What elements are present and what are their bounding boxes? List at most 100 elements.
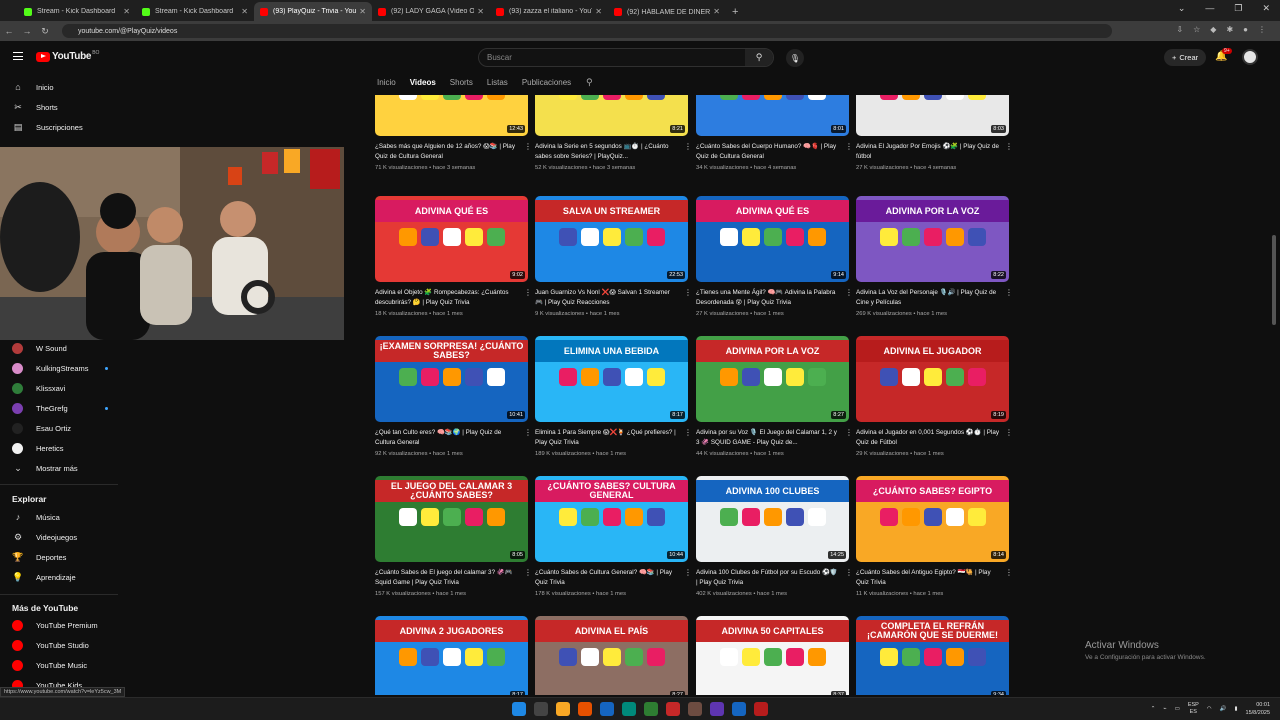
video-title[interactable]: Adivina por su Voz 🎙️ El Juego del Calam… [696,428,849,447]
avatar[interactable] [1242,49,1258,65]
video-card[interactable]: ADIVINA 50 CAPITALES8:37⋮ [696,616,849,695]
subscription-channel[interactable]: Esau Ortiz [12,419,112,437]
back-icon[interactable]: ← [0,26,18,36]
browser-tab[interactable]: Stream - Kick Dashboard ✕ [18,2,136,21]
sidebar-item-explore[interactable]: 🏆 Deportes [12,548,112,566]
more-options-icon[interactable]: ⋮ [684,288,692,297]
app-icon-a[interactable] [578,702,592,716]
video-card[interactable]: ELIMINA UNA BEBIDA 8:17 Elimina 1 Para Sie… [535,336,692,457]
video-card[interactable]: ADIVINA 2 JUGADORES8:17⋮ [375,616,528,695]
video-title[interactable]: ¿Sabes más que Alguien de 12 años? 😱📚 | … [375,142,528,161]
volume-icon[interactable]: 🔊 [1220,706,1227,712]
video-card[interactable]: ADIVINA EL PAÍS8:27⋮ [535,616,688,695]
video-card[interactable]: ADIVINA QUÉ ES 9:14 ¿Tienes una Mente Ágil… [696,196,853,317]
edge-icon[interactable] [622,702,636,716]
video-title[interactable]: Juan Guarnizo Vs Nonl ❌😱 Salvan 1 Stream… [535,288,688,307]
more-options-icon[interactable]: ⋮ [1005,428,1013,437]
video-title[interactable]: Adivina El Jugador Por Emojis ⚽🧩 | Play … [856,142,1009,161]
profile-icon[interactable]: ● [1243,25,1248,34]
video-thumbnail[interactable]: ? ? ? ?8:21 [535,95,688,136]
video-thumbnail[interactable]: APROBADO DESAPROB12:43 [375,95,528,136]
video-thumbnail[interactable]: ADIVINA EL JUGADOR 8:19 [856,336,1009,422]
video-title[interactable]: Adivina el Objeto 🧩 Rompecabezas: ¿Cuánt… [375,288,528,307]
subscription-channel[interactable]: TheGrefg [12,399,112,417]
minimize-icon[interactable]: — [1205,3,1214,14]
video-title[interactable]: ¿Cuánto Sabes de Cultura General? 🧠📚 | P… [535,568,688,587]
video-card[interactable]: ? ? ? ?8:21 Adivina la Serie en 5 segundo… [535,95,692,171]
notifications-button[interactable]: 🔔 9+ [1215,48,1232,62]
app-icon-b[interactable] [600,702,614,716]
video-thumbnail[interactable]: ADIVINA 50 CAPITALES 8:37 [696,616,849,695]
chrome-icon[interactable] [666,702,680,716]
battery-icon[interactable]: ▭ [1175,706,1180,712]
video-title[interactable]: ¿Cuánto Sabes del Antiguo Egipto? 🇪🇬🐫 | … [856,568,1009,587]
video-thumbnail[interactable]: +8:03 [856,95,1009,136]
tab-inicio[interactable]: Inicio [377,78,396,87]
subscription-channel[interactable]: W Sound [12,339,112,357]
sidebar-item-youtube-app[interactable]: YouTube Music [12,656,112,674]
more-options-icon[interactable]: ⋮ [1005,288,1013,297]
tab-close-icon[interactable]: ✕ [123,7,130,16]
video-card[interactable]: ADIVINA 100 CLUBES 14:25 Adivina 100 Clube… [696,476,853,597]
video-card[interactable]: 32 PREGUNTAS8:01 ¿Cuánto Sabes del Cuerpo… [696,95,853,171]
video-thumbnail[interactable]: ADIVINA QUÉ ES 9:02 [375,196,528,282]
taskbar-search-icon[interactable] [534,702,548,716]
tab-videos[interactable]: Videos [410,78,436,87]
tab-publicaciones[interactable]: Publicaciones [522,78,571,87]
video-card[interactable]: ADIVINA QUÉ ES 9:02 Adivina el Objeto 🧩 Ro… [375,196,532,317]
video-thumbnail[interactable]: SALVA UN STREAMER 22:53 [535,196,688,282]
video-thumbnail[interactable]: EL JUEGO DEL CALAMAR 3 ¿CUÁNTO SABES? 8:0… [375,476,528,562]
puzzle-icon[interactable]: ✱ [1226,25,1233,34]
more-options-icon[interactable]: ⋮ [524,568,532,577]
video-thumbnail[interactable]: 32 PREGUNTAS8:01 [696,95,849,136]
show-more-button[interactable]: ⌄ Mostrar más [12,459,112,477]
video-thumbnail[interactable]: ELIMINA UNA BEBIDA 8:17 [535,336,688,422]
language-indicator[interactable]: ESP ES [1188,702,1199,716]
battery-status-icon[interactable]: ▮ [1235,706,1238,712]
video-thumbnail[interactable]: ADIVINA EL PAÍS 8:27 [535,616,688,695]
new-tab-button[interactable]: + [726,2,738,21]
video-card[interactable]: SALVA UN STREAMER 22:53 Juan Guarnizo Vs N… [535,196,692,317]
search-input[interactable]: Buscar [479,53,745,62]
subscription-channel[interactable]: Heretics [12,439,112,457]
video-thumbnail[interactable]: ¡EXAMEN SORPRESA! ¿CUÁNTO SABES? 10:41 [375,336,528,422]
chevron-up-icon[interactable]: ⌃ [1151,706,1156,712]
tab-close-icon[interactable]: ✕ [241,7,248,16]
voice-search-button[interactable]: 🎙 [786,49,804,67]
wifi-icon[interactable]: ◠ [1207,706,1212,712]
video-thumbnail[interactable]: ADIVINA 100 CLUBES 14:25 [696,476,849,562]
subscription-channel[interactable]: Klissxavi [12,379,112,397]
subscription-channel[interactable]: KulkingStreams [12,359,112,377]
video-title[interactable]: Elimina 1 Para Siempre 😱❌🍹 ¿Qué prefiere… [535,428,688,447]
tab-close-icon[interactable]: ✕ [359,7,366,16]
more-options-icon[interactable]: ⋮ [1005,568,1013,577]
sidebar-item-youtube-app[interactable]: YouTube Studio [12,636,112,654]
more-options-icon[interactable]: ⋮ [524,428,532,437]
video-thumbnail[interactable]: ¿CUÁNTO SABES? CULTURA GENERAL 10:44 [535,476,688,562]
extension-icon[interactable]: ◆ [1210,25,1216,34]
windows-start-icon[interactable] [512,702,526,716]
more-options-icon[interactable]: ⋮ [684,428,692,437]
browser-tab[interactable]: (93) zazza el italiano - YouTube✕ [490,2,608,21]
tab-close-icon[interactable]: ✕ [477,7,484,16]
tab-shorts[interactable]: Shorts [450,78,473,87]
forward-icon[interactable]: → [18,26,36,36]
video-thumbnail[interactable]: ADIVINA POR LA VOZ 8:22 [856,196,1009,282]
clock[interactable]: 00:01 15/8/2025 [1246,701,1270,717]
video-card[interactable]: ADIVINA EL JUGADOR 8:19 Adivina el Jugador… [856,336,1013,457]
video-title[interactable]: ¿Tienes una Mente Ágil? 🧠🎮 Adivina la Pa… [696,288,849,307]
install-icon[interactable]: ⇩ [1176,25,1183,34]
search-button[interactable]: ⚲ [745,49,773,66]
network-icon[interactable]: ⌁ [1163,706,1166,712]
page-scrollbar[interactable] [1272,235,1276,325]
more-options-icon[interactable]: ⋮ [845,428,853,437]
video-card[interactable]: ¿CUÁNTO SABES? CULTURA GENERAL 10:44 ¿Cuán… [535,476,692,597]
video-thumbnail[interactable]: ADIVINA 2 JUGADORES 8:17 [375,616,528,695]
file-explorer-icon[interactable] [556,702,570,716]
video-title[interactable]: Adivina la Serie en 5 segundos 📺⏱️ | ¿Cu… [535,142,688,161]
hamburger-menu-icon[interactable] [13,52,23,60]
video-thumbnail[interactable]: ¿CUÁNTO SABES? EGIPTO 8:14 [856,476,1009,562]
url-field[interactable]: youtube.com/@PlayQuiz/videos [62,24,1112,38]
more-options-icon[interactable]: ⋮ [1005,142,1013,151]
maximize-icon[interactable]: ❐ [1234,3,1242,14]
